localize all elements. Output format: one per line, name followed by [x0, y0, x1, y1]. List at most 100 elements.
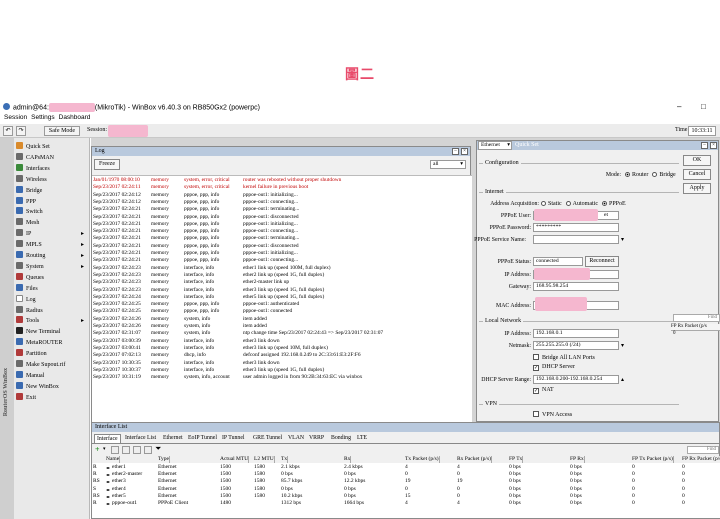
comment-icon[interactable]: [144, 446, 152, 454]
tab-bonding[interactable]: Bonding: [329, 434, 353, 443]
sidebar-item-interfaces[interactable]: Interfaces: [16, 163, 88, 174]
remove-icon[interactable]: [111, 446, 119, 454]
sidebar-item-partition[interactable]: Partition: [16, 349, 88, 359]
sidebar-item-new-terminal[interactable]: New Terminal: [16, 327, 88, 337]
quickset-mode-select[interactable]: Ethernet ▾: [478, 141, 512, 150]
column-header[interactable]: Tx: [281, 456, 289, 463]
sidebar-item-system[interactable]: System ▸: [16, 261, 88, 272]
sidebar-item-ip[interactable]: IP ▸: [16, 229, 88, 239]
sidebar-item-manual[interactable]: Manual: [16, 370, 88, 381]
tab-vlan[interactable]: VLAN: [286, 434, 306, 443]
sidebar-item-routing[interactable]: Routing ▸: [16, 251, 88, 261]
chevron-down-icon[interactable]: ▾: [103, 446, 106, 452]
sidebar-item-metarouter[interactable]: MetaROUTER: [16, 338, 88, 348]
log-row[interactable]: Sep/23/2017 02:24:21 memory pppoe, ppp, in…: [92, 214, 472, 221]
log-row[interactable]: Sep/23/2017 10:30:35 memory interface, inf…: [92, 360, 472, 367]
sidebar-item-queues[interactable]: Queues: [16, 272, 88, 283]
log-row[interactable]: Sep/23/2017 02:24:12 memory pppoe, ppp, in…: [92, 199, 472, 206]
lan-ip-input[interactable]: 192.168.0.1: [533, 329, 619, 338]
sidebar-item-files[interactable]: Files: [16, 283, 88, 294]
sidebar-item-mesh[interactable]: Mesh: [16, 218, 88, 228]
column-header[interactable]: Actual MTU: [220, 456, 250, 463]
tab-ethernet[interactable]: Ethernet: [161, 434, 185, 443]
sidebar-item-make-supout-rif[interactable]: Make Supout.rif: [16, 360, 88, 370]
log-row[interactable]: Sep/23/2017 02:24:21 memory pppoe, ppp, in…: [92, 228, 472, 235]
column-header[interactable]: Type: [158, 456, 170, 463]
column-header[interactable]: Rx Packet (p/s): [457, 456, 492, 463]
log-row[interactable]: Sep/23/2017 02:24:25 memory pppoe, ppp, in…: [92, 301, 472, 308]
column-header[interactable]: Rx: [344, 456, 352, 463]
radio-automatic[interactable]: [565, 201, 571, 206]
log-row[interactable]: Sep/23/2017 02:24:21 memory pppoe, ppp, in…: [92, 206, 472, 213]
log-row[interactable]: Sep/23/2017 07:02:13 memory dhcp, info defc…: [92, 352, 472, 359]
tab-interface[interactable]: Interface: [94, 434, 121, 443]
log-row[interactable]: Sep/23/2017 02:24:23 memory interface, inf…: [92, 279, 472, 286]
radio-pppoe[interactable]: [602, 201, 607, 206]
quickset-close-icon[interactable]: ×: [710, 142, 717, 149]
dhcp-range-input[interactable]: 192.168.0.200-192.168.0.254: [533, 375, 619, 384]
disable-icon[interactable]: [133, 446, 141, 454]
sidebar-item-log[interactable]: Log: [16, 294, 88, 305]
radio-static[interactable]: [541, 201, 546, 206]
sidebar-item-exit[interactable]: Exit: [16, 392, 88, 403]
log-row[interactable]: Sep/23/2017 03:00:39 memory interface, inf…: [92, 338, 472, 345]
sidebar-item-mpls[interactable]: MPLS ▸: [16, 240, 88, 250]
sidebar-item-switch[interactable]: Switch: [16, 207, 88, 217]
radio-router[interactable]: [625, 172, 630, 177]
log-row[interactable]: Sep/23/2017 02:24:21 memory pppoe, ppp, in…: [92, 221, 472, 228]
log-row[interactable]: Sep/23/2017 02:24:25 memory pppoe, ppp, in…: [92, 308, 472, 315]
log-row[interactable]: Sep/23/2017 02:31:07 memory system, info nt…: [92, 330, 472, 337]
sidebar-item-radius[interactable]: Radius: [16, 305, 88, 316]
log-row[interactable]: Sep/23/2017 02:24:23 memory interface, inf…: [92, 265, 472, 272]
column-header[interactable]: FP Tx: [509, 456, 524, 463]
redo-button[interactable]: ↷: [16, 126, 26, 136]
nat-checkbox[interactable]: ✓ NAT: [533, 387, 554, 394]
tab-eoip-tunnel[interactable]: EoIP Tunnel: [186, 434, 219, 443]
log-row[interactable]: Sep/23/2017 10:31:19 memory system, info, …: [92, 374, 472, 381]
log-row[interactable]: Sep/23/2017 02:24:26 memory system, info it…: [92, 316, 472, 323]
column-header[interactable]: FP Rx: [570, 456, 585, 463]
background-find-input[interactable]: Find: [673, 314, 720, 322]
menu-session[interactable]: Session: [4, 114, 27, 121]
pppoe-password-input[interactable]: *********: [533, 223, 619, 232]
column-header[interactable]: L2 MTU: [254, 456, 275, 463]
tab-lte[interactable]: LTE: [355, 434, 369, 443]
sidebar-item-bridge[interactable]: Bridge: [16, 185, 88, 196]
log-row[interactable]: Sep/23/2017 02:24:21 memory pppoe, ppp, in…: [92, 243, 472, 250]
freeze-button[interactable]: Freeze: [94, 159, 120, 170]
sidebar-item-new-winbox[interactable]: New WinBox: [16, 381, 88, 392]
tab-ip-tunnel[interactable]: IP Tunnel: [220, 434, 247, 443]
undo-button[interactable]: ↶: [3, 126, 13, 136]
log-row[interactable]: Sep/23/2017 02:24:21 memory pppoe, ppp, in…: [92, 257, 472, 264]
add-icon[interactable]: +: [95, 445, 100, 454]
log-row[interactable]: Sep/23/2017 02:24:23 memory interface, inf…: [92, 272, 472, 279]
log-row[interactable]: Sep/23/2017 10:30:37 memory interface, inf…: [92, 367, 472, 374]
log-row[interactable]: Sep/23/2017 02:24:21 memory pppoe, ppp, in…: [92, 250, 472, 257]
interface-row[interactable]: Rpppoe-out1 PPPoE Client 1480 1312 bps 1664 …: [92, 500, 720, 507]
reconnect-button[interactable]: Reconnect: [585, 256, 619, 267]
sidebar-item-wireless[interactable]: Wireless: [16, 174, 88, 185]
log-close-icon[interactable]: ×: [461, 148, 468, 155]
log-minimize-icon[interactable]: –: [452, 148, 459, 155]
maximize-button[interactable]: □: [701, 102, 706, 111]
log-row[interactable]: Sep/23/2017 02:24:26 memory system, info it…: [92, 323, 472, 330]
radio-bridge[interactable]: [652, 172, 658, 177]
log-row[interactable]: Sep/23/2017 03:00:41 memory interface, inf…: [92, 345, 472, 352]
interface-row[interactable]: Sether4 Ethernet 1500 1580 0 bps 0 bps 0 0 0 bps…: [92, 486, 720, 493]
log-row[interactable]: Sep/23/2017 02:24:23 memory interface, inf…: [92, 287, 472, 294]
safe-mode-button[interactable]: Safe Mode: [44, 126, 80, 136]
cancel-button[interactable]: Cancel: [683, 169, 711, 180]
tab-interface-list[interactable]: Interface List: [123, 434, 158, 443]
pppoe-service-input[interactable]: [533, 235, 619, 244]
log-row[interactable]: Sep/23/2017 02:24:12 memory pppoe, ppp, in…: [92, 192, 472, 199]
log-row[interactable]: Sep/23/2017 02:24:24 memory interface, inf…: [92, 294, 472, 301]
minimize-button[interactable]: –: [677, 102, 681, 111]
column-header[interactable]: FP Tx Packet (p/s): [632, 456, 674, 463]
column-header[interactable]: Tx Packet (p/s): [405, 456, 440, 463]
interface-row[interactable]: RS ether3 Ethernet 1500 1580 85.7 kbps 12.2 kb…: [92, 478, 720, 485]
sidebar-item-quick-set[interactable]: Quick Set: [16, 142, 88, 152]
menu-dashboard[interactable]: Dashboard: [59, 114, 91, 121]
log-filter-select[interactable]: all ▾: [430, 160, 466, 169]
menu-settings[interactable]: Settings: [31, 114, 55, 121]
sidebar-item-ppp[interactable]: PPP: [16, 196, 88, 207]
